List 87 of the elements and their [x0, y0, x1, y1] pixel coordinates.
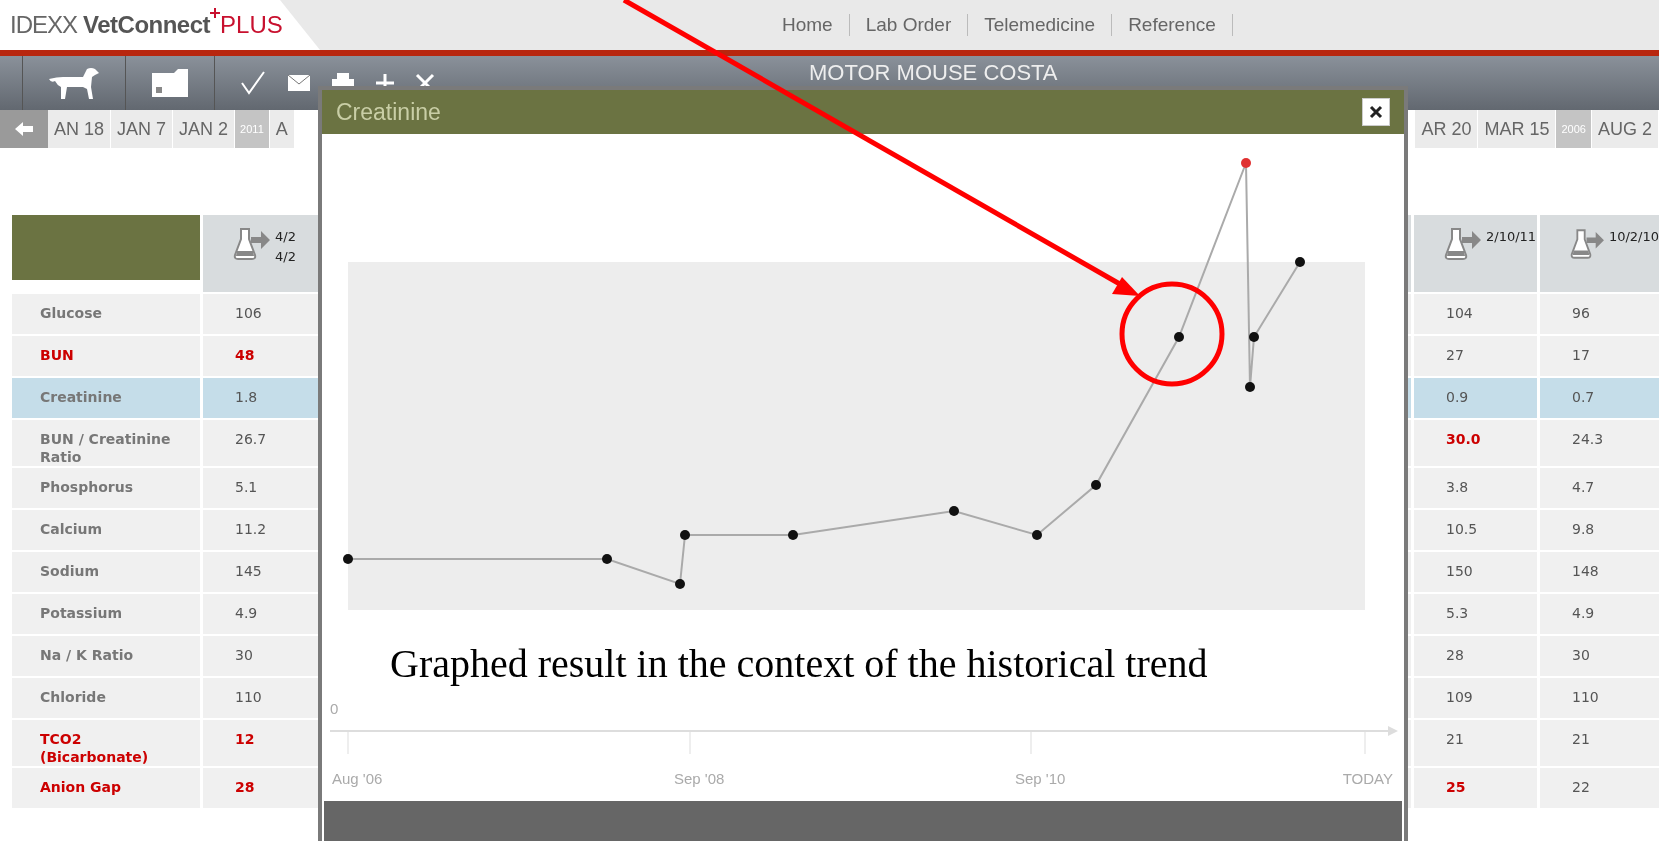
result-cell: 0.9 — [1414, 378, 1537, 418]
cross-icon — [210, 8, 221, 18]
test-name[interactable]: Chloride — [12, 678, 200, 718]
data-point[interactable] — [1295, 257, 1305, 267]
result-cell: 4.7 — [1540, 468, 1659, 508]
date-tab[interactable]: A — [269, 110, 295, 148]
mail-icon[interactable] — [287, 74, 311, 92]
flask-icon — [233, 227, 271, 261]
close-icon — [1369, 105, 1383, 119]
data-point[interactable] — [680, 530, 690, 540]
data-point[interactable] — [1032, 530, 1042, 540]
result-cell: 28 — [1414, 636, 1537, 676]
check-icon[interactable] — [239, 69, 267, 97]
result-cell: 17 — [1540, 336, 1659, 376]
data-point[interactable] — [343, 554, 353, 564]
result-cell: 30.0 — [1414, 420, 1537, 466]
test-name[interactable]: TCO2 (Bicarbonate) — [12, 720, 200, 766]
result-cell: 0.7 — [1540, 378, 1659, 418]
result-cell: 96 — [1540, 294, 1659, 334]
result-cell: 148 — [1540, 552, 1659, 592]
dog-icon[interactable] — [47, 65, 101, 101]
result-cell: 25 — [1414, 768, 1537, 808]
date-tab[interactable]: AR 20 — [1415, 110, 1479, 148]
test-name[interactable]: Creatinine — [12, 378, 200, 418]
result-cell: 10.5 — [1414, 510, 1537, 550]
flask-icon — [1444, 227, 1482, 261]
result-cell: 30 — [1540, 636, 1659, 676]
axis-label: Aug '06 — [332, 770, 383, 787]
axis-label: Sep '08 — [674, 770, 725, 787]
test-name[interactable]: Anion Gap — [12, 768, 200, 808]
column-date: 10/2/10 — [1608, 228, 1659, 246]
column-date: 2/10/11 — [1486, 228, 1537, 246]
date-tab[interactable]: JAN 2 — [173, 110, 236, 148]
nav-link[interactable]: Telemedicine — [968, 14, 1113, 36]
column-header[interactable]: 10/2/10 — [1540, 215, 1659, 292]
result-cell: 21 — [1540, 720, 1659, 766]
result-cell: 4.9 — [1540, 594, 1659, 634]
result-cell: 3.8 — [1414, 468, 1537, 508]
result-cell: 27 — [1414, 336, 1537, 376]
test-name[interactable]: Calcium — [12, 510, 200, 550]
axis-label: Sep '10 — [1015, 770, 1066, 787]
test-name[interactable]: Sodium — [12, 552, 200, 592]
data-point[interactable] — [1174, 332, 1184, 342]
dialog-title: Creatinine — [336, 98, 441, 126]
data-point[interactable] — [602, 554, 612, 564]
date-tab[interactable]: JAN 7 — [111, 110, 174, 148]
nav-link[interactable]: Home — [766, 14, 850, 36]
test-name[interactable]: BUN — [12, 336, 200, 376]
test-name[interactable]: Phosphorus — [12, 468, 200, 508]
test-name[interactable]: Glucose — [12, 294, 200, 334]
result-cell: 21 — [1414, 720, 1537, 766]
axis-label: 0 — [330, 700, 339, 717]
date-tab[interactable]: AN 18 — [48, 110, 112, 148]
close-button[interactable] — [1362, 98, 1390, 126]
data-point[interactable] — [949, 506, 959, 516]
data-point[interactable] — [1245, 382, 1255, 392]
nav-link[interactable]: Reference — [1112, 14, 1233, 36]
data-point[interactable] — [1091, 480, 1101, 490]
data-point[interactable] — [675, 579, 685, 589]
column-date: 4/2 — [275, 248, 296, 266]
data-point[interactable] — [1249, 332, 1259, 342]
column-date: 4/2 — [275, 228, 296, 246]
result-cell: 150 — [1414, 552, 1537, 592]
year-marker: 2011 — [235, 110, 270, 148]
test-name[interactable]: Potassium — [12, 594, 200, 634]
result-cell: 5.3 — [1414, 594, 1537, 634]
result-cell: 104 — [1414, 294, 1537, 334]
result-cell: 24.3 — [1540, 420, 1659, 466]
left-arrow-icon — [14, 121, 34, 137]
flask-icon — [1570, 227, 1605, 261]
folder-icon[interactable] — [150, 67, 190, 99]
logo[interactable]: IDEXX VetConnect PLUS — [0, 0, 320, 50]
nav-link[interactable]: Lab Order — [849, 14, 969, 36]
date-tab[interactable]: AUG 2 — [1591, 110, 1659, 148]
result-cell: 9.8 — [1540, 510, 1659, 550]
patient-name: MOTOR MOUSE COSTA — [809, 60, 1058, 86]
test-name[interactable]: Na / K Ratio — [12, 636, 200, 676]
date-tab[interactable]: MAR 15 — [1478, 110, 1557, 148]
result-cell: 22 — [1540, 768, 1659, 808]
result-cell: 110 — [1540, 678, 1659, 718]
back-button[interactable] — [0, 110, 48, 148]
data-point[interactable] — [788, 530, 798, 540]
result-cell: 109 — [1414, 678, 1537, 718]
axis-label: TODAY — [1342, 770, 1393, 787]
year-marker: 2006 — [1556, 110, 1592, 148]
column-header[interactable]: 2/10/11 — [1414, 215, 1537, 292]
test-name[interactable]: BUN / Creatinine Ratio — [12, 420, 200, 466]
